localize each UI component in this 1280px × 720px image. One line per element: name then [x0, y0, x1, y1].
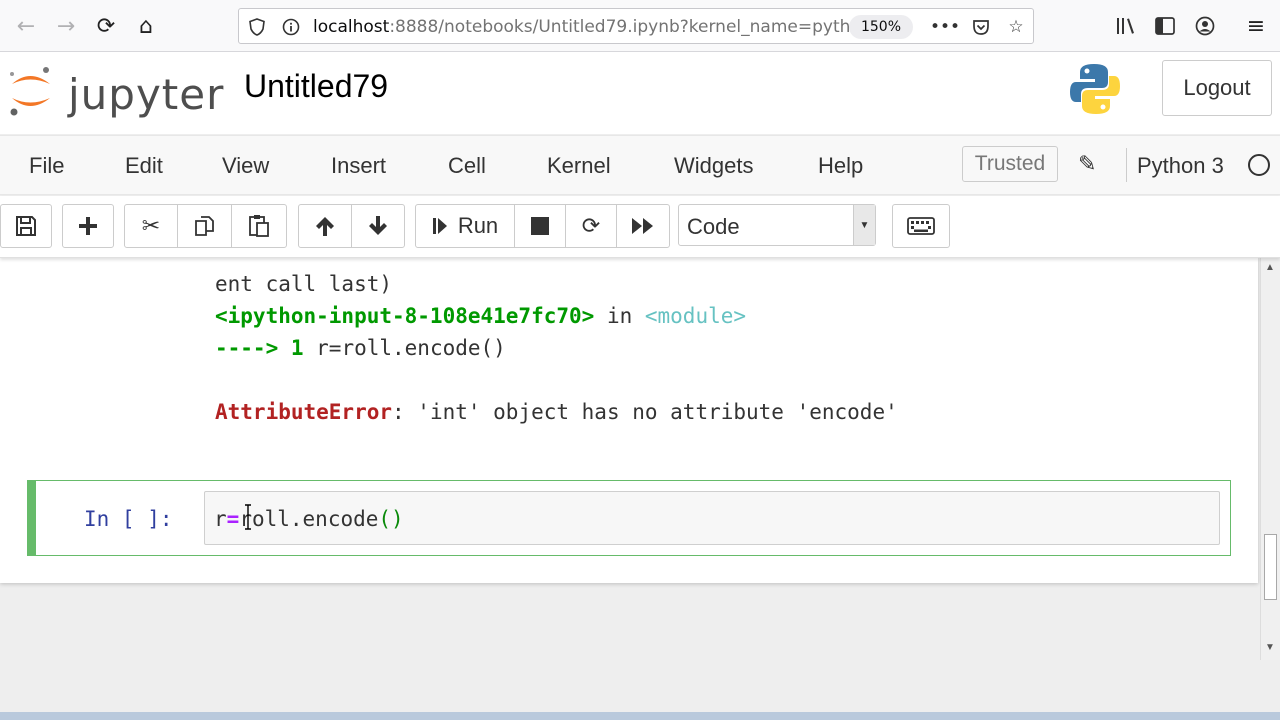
sidebar-icon[interactable]	[1149, 10, 1181, 42]
notebook-toolbar: ✂ Run ⟳ Code ▼	[0, 196, 1280, 258]
code-parens: ()	[378, 507, 404, 531]
error-message: : 'int' object has no attribute 'encode'	[392, 400, 898, 424]
traceback-code: r=roll.encode()	[316, 336, 506, 360]
code-line: r=roll.encode()	[214, 507, 404, 531]
url-text: localhost:8888/notebooks/Untitled79.ipyn…	[313, 17, 882, 37]
error-line: AttributeError: 'int' object has no attr…	[215, 400, 898, 424]
url-host: localhost	[313, 17, 390, 37]
notebook-title[interactable]: Untitled79	[244, 68, 388, 105]
kernel-name[interactable]: Python 3	[1137, 153, 1224, 179]
jupyter-header: jupyter Untitled79 Logout	[0, 52, 1280, 134]
restart-icon: ⟳	[581, 213, 601, 239]
traceback-line-2: <ipython-input-8-108e41e7fc70> in <modul…	[215, 304, 746, 328]
menu-help[interactable]: Help	[818, 153, 863, 179]
traceback-in: in	[594, 304, 645, 328]
bookmark-star-icon[interactable]: ☆	[1004, 15, 1028, 39]
plus-icon	[79, 217, 97, 235]
keyboard-icon	[907, 217, 935, 235]
scroll-thumb[interactable]	[1264, 534, 1277, 600]
library-icon[interactable]	[1110, 10, 1142, 42]
scissors-icon: ✂	[141, 213, 161, 239]
reload-icon[interactable]: ⟳	[90, 10, 122, 42]
command-palette-button[interactable]	[892, 204, 950, 248]
move-up-button[interactable]	[298, 204, 352, 248]
logout-button[interactable]: Logout	[1162, 60, 1272, 116]
python-logo-icon	[1068, 62, 1122, 116]
stop-icon	[531, 217, 549, 235]
url-path: :8888/notebooks/Untitled79.ipynb?kernel_…	[389, 17, 883, 37]
kernel-separator	[1126, 148, 1127, 182]
back-arrow-icon[interactable]: ←	[10, 10, 42, 42]
scroll-up-icon[interactable]: ▲	[1265, 262, 1275, 273]
traceback-line-1: ent call last)	[215, 272, 393, 296]
jupyter-logo[interactable]: jupyter	[6, 62, 223, 122]
notebook-page: ent call last) <ipython-input-8-108e41e7…	[0, 258, 1258, 583]
menu-kernel[interactable]: Kernel	[547, 153, 611, 179]
account-icon[interactable]	[1189, 10, 1221, 42]
restart-button[interactable]: ⟳	[565, 204, 617, 248]
info-icon[interactable]	[279, 15, 303, 39]
jupyter-logo-icon	[10, 67, 50, 116]
cut-button[interactable]: ✂	[124, 204, 178, 248]
restart-run-all-button[interactable]	[616, 204, 670, 248]
menu-edit[interactable]: Edit	[125, 153, 163, 179]
zoom-level-badge[interactable]: 150%	[849, 15, 913, 39]
copy-button[interactable]	[177, 204, 232, 248]
url-bar[interactable]: localhost:8888/notebooks/Untitled79.ipyn…	[238, 8, 1034, 44]
step-forward-icon	[432, 218, 447, 234]
arrow-up-icon	[316, 217, 334, 236]
insert-cell-button[interactable]	[62, 204, 114, 248]
notebook-menubar: File Edit View Insert Cell Kernel Widget…	[0, 135, 1280, 195]
page-scrollbar[interactable]: ▲ ▼	[1260, 258, 1280, 660]
run-label: Run	[457, 213, 499, 238]
code-rest: roll.encode	[239, 507, 379, 531]
cell-type-value: Code	[687, 214, 740, 239]
traceback-arrow: ----> 1	[215, 336, 317, 360]
notebook-area: ent call last) <ipython-input-8-108e41e7…	[0, 258, 1260, 720]
paste-icon	[249, 215, 269, 237]
menu-cell[interactable]: Cell	[448, 153, 486, 179]
interrupt-button[interactable]	[514, 204, 566, 248]
code-input[interactable]: r=roll.encode()	[204, 491, 1220, 545]
scroll-down-icon[interactable]: ▼	[1265, 642, 1275, 653]
code-var: r	[214, 507, 227, 531]
paste-button[interactable]	[231, 204, 287, 248]
error-name: AttributeError	[215, 400, 393, 424]
code-cell[interactable]: In [ ]: r=roll.encode()	[27, 480, 1231, 556]
copy-icon	[194, 216, 214, 236]
input-prompt: In [ ]:	[84, 507, 173, 531]
menu-insert[interactable]: Insert	[331, 153, 386, 179]
arrow-down-icon	[369, 216, 387, 235]
pencil-icon[interactable]: ✎	[1078, 152, 1096, 177]
hamburger-menu-icon[interactable]: ≡	[1240, 10, 1272, 42]
menu-file[interactable]: File	[29, 153, 64, 179]
traceback-line-3: ----> 1 r=roll.encode()	[215, 336, 506, 360]
chevron-down-icon: ▼	[853, 205, 875, 245]
fast-forward-icon	[632, 218, 653, 234]
jupyter-logo-text: jupyter	[68, 70, 225, 119]
shield-icon[interactable]	[245, 15, 269, 39]
code-eq: =	[226, 507, 240, 531]
traceback-input-ref: <ipython-input-8-108e41e7fc70>	[215, 304, 595, 328]
menu-view[interactable]: View	[222, 153, 269, 179]
kernel-status-icon	[1248, 154, 1270, 176]
trusted-indicator[interactable]: Trusted	[962, 146, 1058, 182]
os-taskbar	[0, 712, 1280, 720]
text-cursor-icon	[245, 504, 251, 530]
home-icon[interactable]: ⌂	[130, 10, 162, 42]
pocket-icon[interactable]	[969, 15, 993, 39]
save-button[interactable]	[0, 204, 52, 248]
more-actions-icon[interactable]: •••	[930, 15, 960, 39]
traceback-module: <module>	[644, 304, 747, 328]
run-button[interactable]: Run	[415, 204, 515, 248]
save-icon	[16, 216, 36, 236]
menu-widgets[interactable]: Widgets	[674, 153, 753, 179]
cell-type-select[interactable]: Code ▼	[678, 204, 876, 246]
move-down-button[interactable]	[351, 204, 405, 248]
forward-arrow-icon[interactable]: →	[50, 10, 82, 42]
browser-toolbar: ← → ⟳ ⌂ localhost:8888/notebooks/Untitle…	[0, 0, 1280, 52]
